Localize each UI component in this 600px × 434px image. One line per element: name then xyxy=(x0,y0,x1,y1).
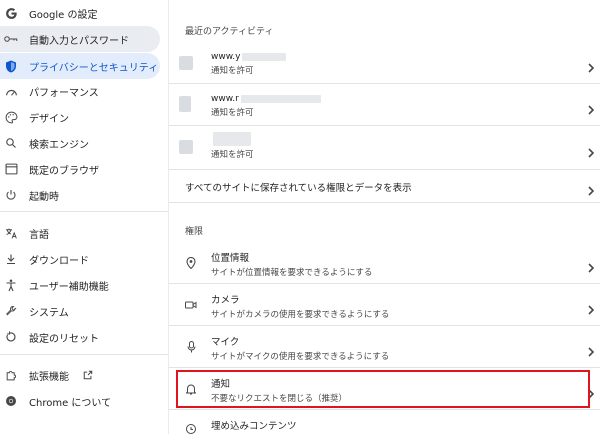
sidebar-item-privacy-security[interactable]: プライバシーとセキュリティ xyxy=(0,53,160,79)
sidebar-item-label: 自動入力とパスワード xyxy=(29,35,129,47)
camera-icon xyxy=(185,299,197,311)
permission-title: カメラ xyxy=(211,295,240,306)
shield-icon xyxy=(4,59,18,73)
settings-sidebar: Google の設定 自動入力とパスワード プライバシーとセキュリティ パフォー… xyxy=(0,0,168,434)
site-permission-status: 通知を許可 xyxy=(211,150,254,160)
sidebar-item-label: 拡張機能 xyxy=(29,371,69,383)
sidebar-divider xyxy=(0,354,168,355)
site-url: www.y xyxy=(211,52,241,62)
sidebar-item-label: 言語 xyxy=(29,229,49,241)
sidebar-item-autofill-passwords[interactable]: 自動入力とパスワード xyxy=(0,26,160,52)
accessibility-icon xyxy=(4,278,18,292)
sidebar-item-default-browser[interactable]: 既定のブラウザ xyxy=(0,156,160,182)
location-pin-icon xyxy=(185,257,197,269)
sidebar-item-on-startup[interactable]: 起動時 xyxy=(0,182,160,208)
permissions-heading: 権限 xyxy=(185,227,204,237)
redacted-text xyxy=(242,53,287,61)
permission-description: 不要なリクエストを閉じる（推奨） xyxy=(211,394,348,404)
chevron-right-icon xyxy=(587,342,595,357)
recent-site-row[interactable]: 通知を許可 xyxy=(169,126,600,170)
site-favicon xyxy=(179,140,193,154)
sidebar-item-label: ユーザー補助機能 xyxy=(29,281,109,293)
sidebar-item-label: デザイン xyxy=(29,113,69,125)
all-sites-link: すべてのサイトに保存されている権限とデータを表示 xyxy=(185,183,412,194)
permission-row-embedded-content[interactable]: 埋め込みコンテンツ xyxy=(169,410,600,434)
sidebar-item-label: 起動時 xyxy=(29,191,59,203)
permission-title: 埋め込みコンテンツ xyxy=(211,421,297,432)
redacted-text xyxy=(213,132,251,146)
privacy-site-settings-panel: 最近のアクティビティ www.y 通知を許可 www.r 通知を許可 通知を許可… xyxy=(168,0,600,434)
recent-site-row[interactable]: www.y 通知を許可 xyxy=(169,42,600,84)
reset-icon xyxy=(4,330,18,344)
bell-icon xyxy=(185,383,197,395)
sidebar-item-label: ダウンロード xyxy=(29,255,89,267)
open-in-new-icon xyxy=(83,370,93,380)
embedded-content-icon xyxy=(185,423,197,434)
chevron-right-icon xyxy=(587,58,595,73)
sidebar-item-appearance[interactable]: デザイン xyxy=(0,104,160,130)
sidebar-item-performance[interactable]: パフォーマンス xyxy=(0,78,160,104)
sidebar-item-downloads[interactable]: ダウンロード xyxy=(0,246,160,272)
permission-row-microphone[interactable]: マイク サイトがマイクの使用を要求できるようにする xyxy=(169,326,600,368)
sidebar-item-languages[interactable]: 言語 xyxy=(0,220,160,246)
chevron-right-icon xyxy=(587,258,595,273)
sidebar-item-label: パフォーマンス xyxy=(29,87,99,99)
sidebar-item-label: Chrome について xyxy=(29,397,112,409)
recent-activity-heading: 最近のアクティビティ xyxy=(185,27,274,37)
sidebar-item-reset-settings[interactable]: 設定のリセット xyxy=(0,324,160,350)
permission-description: サイトが位置情報を要求できるようにする xyxy=(211,268,373,278)
puzzle-icon xyxy=(4,368,18,382)
sidebar-item-label: プライバシーとセキュリティ xyxy=(29,62,159,74)
section-divider xyxy=(169,202,600,203)
sidebar-item-label: 既定のブラウザ xyxy=(29,165,99,177)
google-g-icon xyxy=(4,6,18,20)
permission-row-camera[interactable]: カメラ サイトがカメラの使用を要求できるようにする xyxy=(169,284,600,326)
browser-window-icon xyxy=(4,162,18,176)
key-icon xyxy=(4,32,18,46)
all-sites-row[interactable]: すべてのサイトに保存されている権限とデータを表示 xyxy=(169,170,600,202)
site-favicon xyxy=(179,96,191,112)
permission-row-location[interactable]: 位置情報 サイトが位置情報を要求できるようにする xyxy=(169,242,600,284)
permission-title: 通知 xyxy=(211,379,231,390)
download-icon xyxy=(4,252,18,266)
chevron-right-icon xyxy=(587,143,595,158)
palette-icon xyxy=(4,110,18,124)
gauge-icon xyxy=(4,84,18,98)
search-icon xyxy=(4,136,18,150)
microphone-icon xyxy=(185,341,197,353)
redacted-text xyxy=(240,95,321,103)
sidebar-item-system[interactable]: システム xyxy=(0,298,160,324)
chevron-right-icon xyxy=(587,100,595,115)
sidebar-item-google-settings[interactable]: Google の設定 xyxy=(0,0,160,26)
translate-icon xyxy=(4,226,18,240)
chevron-right-icon xyxy=(587,181,595,196)
permission-row-notifications[interactable]: 通知 不要なリクエストを閉じる（推奨） xyxy=(169,368,600,410)
permission-description: サイトがマイクの使用を要求できるようにする xyxy=(211,352,390,362)
sidebar-item-extensions[interactable]: 拡張機能 xyxy=(0,362,160,388)
permission-title: 位置情報 xyxy=(211,253,250,264)
chevron-right-icon xyxy=(587,384,595,399)
sidebar-item-accessibility[interactable]: ユーザー補助機能 xyxy=(0,272,160,298)
sidebar-item-about-chrome[interactable]: Chrome について xyxy=(0,388,160,414)
permission-description: サイトがカメラの使用を要求できるようにする xyxy=(211,310,390,320)
chrome-icon xyxy=(4,394,18,408)
power-icon xyxy=(4,188,18,202)
chevron-right-icon xyxy=(587,300,595,315)
sidebar-item-label: 設定のリセット xyxy=(29,333,99,345)
sidebar-item-label: システム xyxy=(29,307,69,319)
site-permission-status: 通知を許可 xyxy=(211,66,254,76)
permission-title: マイク xyxy=(211,337,240,348)
sidebar-item-label: 検索エンジン xyxy=(29,139,89,151)
site-permission-status: 通知を許可 xyxy=(211,108,254,118)
wrench-icon xyxy=(4,304,18,318)
site-url: www.r xyxy=(211,94,239,104)
recent-site-row[interactable]: www.r 通知を許可 xyxy=(169,84,600,126)
sidebar-divider xyxy=(0,211,168,212)
sidebar-item-label: Google の設定 xyxy=(29,9,98,21)
site-favicon xyxy=(179,56,193,70)
sidebar-item-search-engine[interactable]: 検索エンジン xyxy=(0,130,160,156)
